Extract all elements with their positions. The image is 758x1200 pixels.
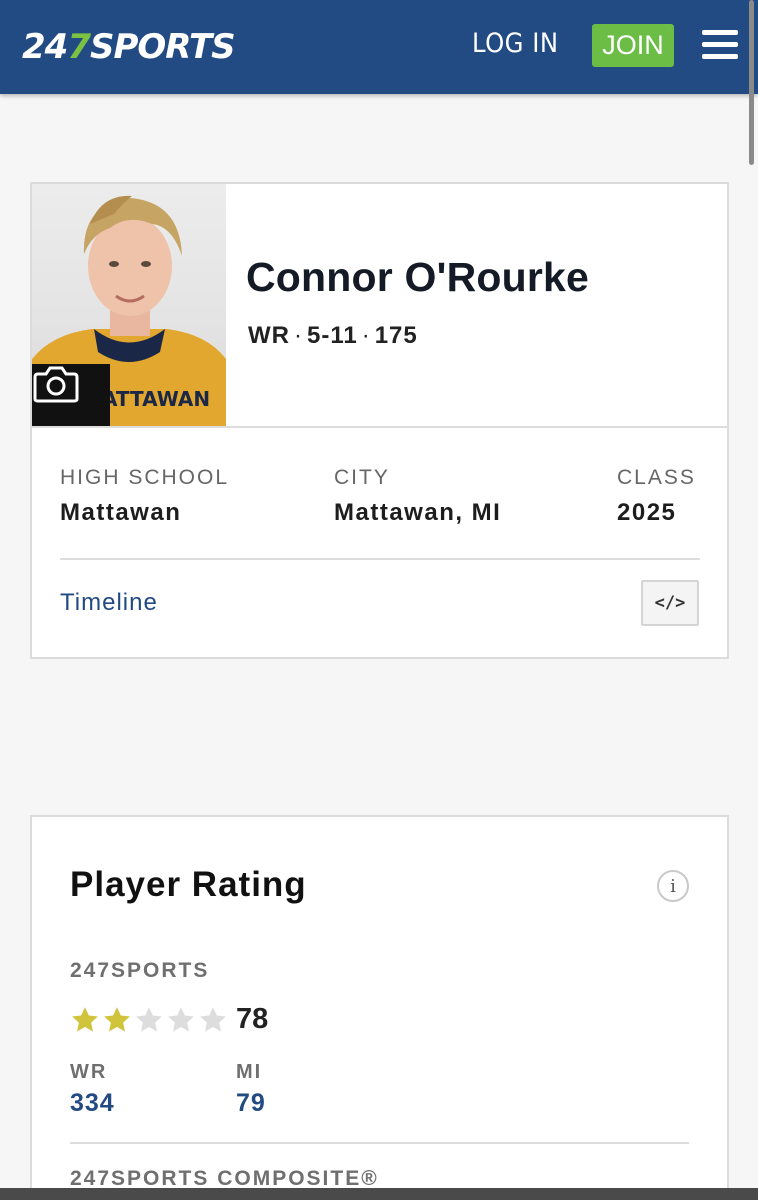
state-rank-label: MI <box>236 1061 263 1083</box>
class-value: 2025 <box>617 499 677 526</box>
star-empty-icon <box>200 1007 226 1032</box>
rating-score: 78 <box>236 1003 269 1035</box>
logo-part-7: 7 <box>67 27 91 67</box>
player-height: 5-11 <box>306 322 358 349</box>
star-filled-icon <box>72 1007 98 1032</box>
svg-text:ATTAWAN: ATTAWAN <box>102 387 210 411</box>
city-label: CITY <box>334 466 390 489</box>
star-rating <box>70 1003 230 1037</box>
player-bio-line: WR · 5-11 · 175 <box>248 322 418 349</box>
city-value: Mattawan, MI <box>334 499 502 526</box>
247sports-logo[interactable]: 24 7 SPORTS <box>22 22 236 72</box>
info-icon[interactable]: i <box>657 870 689 902</box>
star-empty-icon <box>168 1007 194 1032</box>
divider <box>70 1142 689 1144</box>
top-navbar: 24 7 SPORTS LOG IN JOIN <box>0 0 758 94</box>
camera-icon[interactable] <box>32 364 110 426</box>
high-school-value[interactable]: Mattawan <box>60 499 181 527</box>
log-in-link[interactable]: LOG IN <box>472 28 559 59</box>
high-school-label: HIGH SCHOOL <box>60 466 230 489</box>
logo-part-24: 24 <box>22 27 68 67</box>
star-empty-icon <box>136 1007 162 1032</box>
position-rank-value[interactable]: 334 <box>70 1089 115 1118</box>
rating-title: Player Rating <box>70 865 307 904</box>
browser-bottom-bar <box>0 1188 758 1200</box>
page-scrollbar[interactable] <box>749 0 754 165</box>
state-rank-value[interactable]: 79 <box>236 1089 266 1118</box>
player-weight: 175 <box>374 322 418 349</box>
player-position: WR <box>248 322 290 349</box>
join-button[interactable]: JOIN <box>592 24 674 67</box>
star-filled-icon <box>104 1007 130 1032</box>
logo-part-sports: SPORTS <box>90 27 236 67</box>
player-profile-card: ATTAWAN Connor O'Rourke WR · 5-11 · 175 HIGH… <box>30 182 729 659</box>
position-rank-label: WR <box>70 1061 108 1083</box>
divider <box>32 426 727 428</box>
embed-code-button[interactable]: </> <box>641 580 699 626</box>
class-label: CLASS <box>617 466 696 489</box>
timeline-link[interactable]: Timeline <box>60 589 158 617</box>
divider <box>60 558 700 560</box>
player-rating-card: Player Rating i 247SPORTS 78 WR 334 MI 7… <box>30 815 729 1200</box>
player-name: Connor O'Rourke <box>246 254 590 300</box>
rating-source-label: 247SPORTS <box>70 959 210 982</box>
player-photo[interactable]: ATTAWAN <box>32 184 226 426</box>
hamburger-menu-icon[interactable] <box>702 30 738 60</box>
